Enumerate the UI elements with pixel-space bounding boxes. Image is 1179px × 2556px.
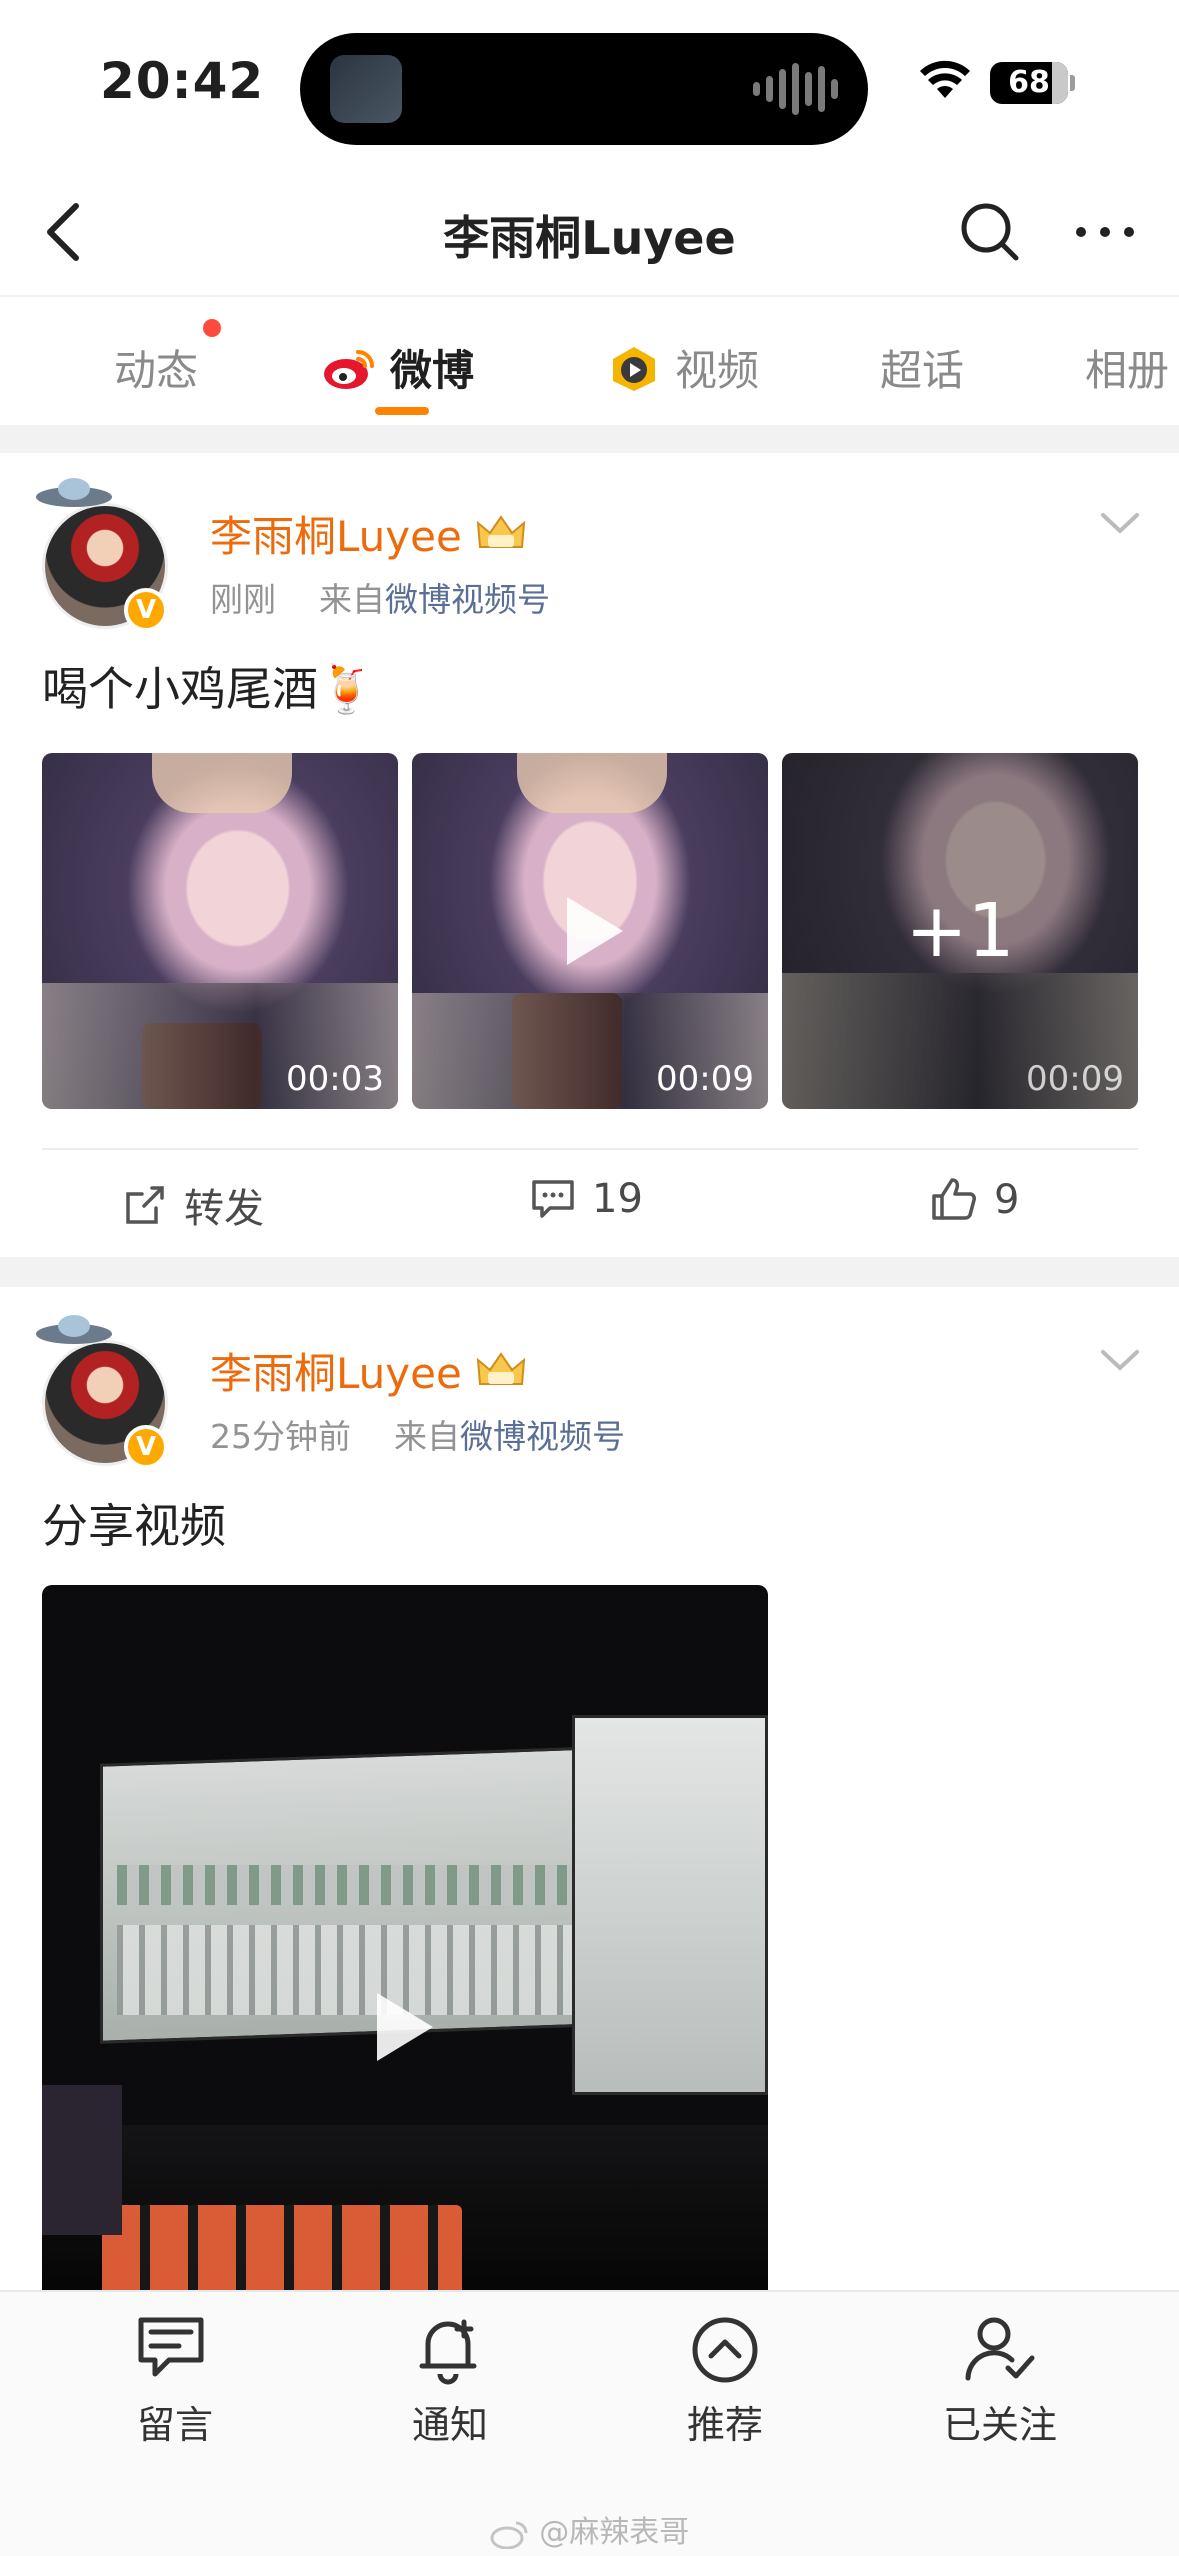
author-name[interactable]: 李雨桐Luyee — [210, 1340, 528, 1401]
tab-label: 相册 — [1085, 346, 1170, 395]
video-duration: 00:09 — [1026, 1059, 1124, 1099]
play-icon — [377, 1993, 433, 2061]
followed-label: 已关注 — [942, 2403, 1057, 2447]
post-time: 25分钟前 — [210, 1417, 351, 1456]
tab-album[interactable]: 相册 — [1085, 337, 1169, 398]
post-actions: 转发 19 9 — [42, 1148, 1138, 1258]
nav-bar: 李雨桐Luyee — [0, 170, 1179, 295]
more-icon[interactable] — [1065, 192, 1145, 272]
source-prefix: 来自 — [394, 1417, 460, 1456]
recommend-label: 推荐 — [686, 2403, 763, 2447]
post-time: 刚刚 — [210, 580, 276, 619]
message-label: 留言 — [136, 2403, 213, 2447]
like-count: 9 — [994, 1177, 1020, 1223]
play-icon — [567, 897, 623, 965]
now-playing-artwork — [330, 55, 402, 123]
verified-badge-icon: V — [124, 1425, 168, 1469]
avatar[interactable]: V — [34, 473, 174, 632]
more-videos-overlay: +1 — [782, 753, 1138, 1109]
weibo-post[interactable]: V 李雨桐Luyee 刚刚 来自微博视频号 喝个小鸡尾酒🍹 00:03 00:0… — [0, 453, 1179, 1253]
section-divider — [0, 1257, 1179, 1287]
thumbs-up-icon — [932, 1178, 976, 1220]
author-label: 李雨桐Luyee — [210, 1349, 462, 1398]
tab-video[interactable]: 视频 — [605, 337, 759, 398]
repost-label: 转发 — [184, 1186, 264, 1232]
video-channel-icon — [613, 346, 655, 391]
video-thumbnail[interactable]: 00:09 — [412, 753, 768, 1109]
watermark-text: @麻辣表哥 — [539, 2515, 690, 2550]
repost-button[interactable]: 转发 — [122, 1176, 264, 1234]
source-link[interactable]: 微博视频号 — [385, 580, 550, 619]
post-meta: 25分钟前 来自微博视频号 — [210, 1410, 625, 1458]
chevron-down-icon[interactable] — [1095, 1340, 1145, 1380]
status-bar: 20:42 68 — [0, 0, 1179, 170]
dynamic-island[interactable] — [300, 33, 868, 145]
repost-icon — [126, 1186, 164, 1224]
watermark: @麻辣表哥 — [0, 2507, 1179, 2551]
followed-icon — [965, 2317, 1035, 2381]
video-thumbnail[interactable]: 00:03 — [42, 753, 398, 1109]
bottom-toolbar: 留言 通知 推荐 已关注 @麻辣表哥 — [0, 2290, 1179, 2556]
vip-crown-icon[interactable] — [474, 1350, 528, 1392]
post-text: 分享视频 — [42, 1499, 226, 1553]
tab-super-topic[interactable]: 超话 — [880, 337, 964, 398]
vip-crown-icon[interactable] — [474, 513, 528, 555]
search-icon[interactable] — [950, 192, 1030, 272]
recommend-icon — [692, 2317, 758, 2383]
audio-waveform-icon — [753, 63, 838, 115]
tab-weibo[interactable]: 微博 — [322, 337, 474, 398]
video-player[interactable] — [42, 1585, 768, 2305]
video-duration: 00:09 — [656, 1059, 754, 1099]
profile-tabs: 动态 微博 视频 超话 相册 — [0, 295, 1179, 425]
weibo-post[interactable]: V 李雨桐Luyee 25分钟前 来自微博视频号 分享视频 — [0, 1290, 1179, 2305]
recommend-button[interactable]: 推荐 — [615, 2314, 835, 2449]
ufo-badge-icon — [36, 1315, 112, 1344]
avatar[interactable]: V — [34, 1310, 174, 1469]
video-duration: 00:03 — [286, 1059, 384, 1099]
tab-label: 微博 — [390, 346, 475, 395]
ufo-badge-icon — [36, 478, 112, 507]
weibo-logo-icon — [324, 349, 374, 389]
notify-button[interactable]: 通知 — [340, 2314, 560, 2449]
tab-dynamics[interactable]: 动态 — [114, 337, 198, 398]
chevron-down-icon[interactable] — [1095, 503, 1145, 543]
battery-level: 68 — [1008, 65, 1050, 100]
followed-button[interactable]: 已关注 — [890, 2314, 1110, 2449]
weibo-watermark-icon — [490, 2521, 528, 2549]
message-button[interactable]: 留言 — [65, 2314, 285, 2449]
battery-cap — [1070, 75, 1075, 91]
bell-icon — [419, 2319, 477, 2385]
author-label: 李雨桐Luyee — [210, 512, 462, 561]
comment-button[interactable]: 19 — [530, 1176, 643, 1222]
comment-icon — [532, 1180, 574, 1218]
tab-label: 超话 — [880, 346, 965, 395]
source-prefix: 来自 — [319, 580, 385, 619]
like-button[interactable]: 9 — [930, 1176, 1019, 1224]
battery-indicator: 68 — [990, 62, 1068, 104]
video-grid: 00:03 00:09 +1 00:09 — [42, 753, 1138, 1109]
wifi-icon — [920, 60, 970, 98]
post-text: 喝个小鸡尾酒🍹 — [42, 662, 376, 716]
source-link[interactable]: 微博视频号 — [460, 1417, 625, 1456]
tab-label: 动态 — [114, 346, 199, 395]
message-icon — [138, 2317, 204, 2377]
author-name[interactable]: 李雨桐Luyee — [210, 503, 528, 564]
active-tab-indicator — [375, 407, 429, 415]
post-meta: 刚刚 来自微博视频号 — [210, 573, 550, 621]
status-time: 20:42 — [100, 52, 265, 110]
verified-badge-icon: V — [124, 588, 168, 632]
section-divider — [0, 425, 1179, 453]
tab-label: 视频 — [675, 346, 760, 395]
video-thumbnail[interactable]: +1 00:09 — [782, 753, 1138, 1109]
comment-count: 19 — [592, 1176, 643, 1222]
notification-dot — [203, 319, 221, 337]
notify-label: 通知 — [411, 2403, 488, 2447]
